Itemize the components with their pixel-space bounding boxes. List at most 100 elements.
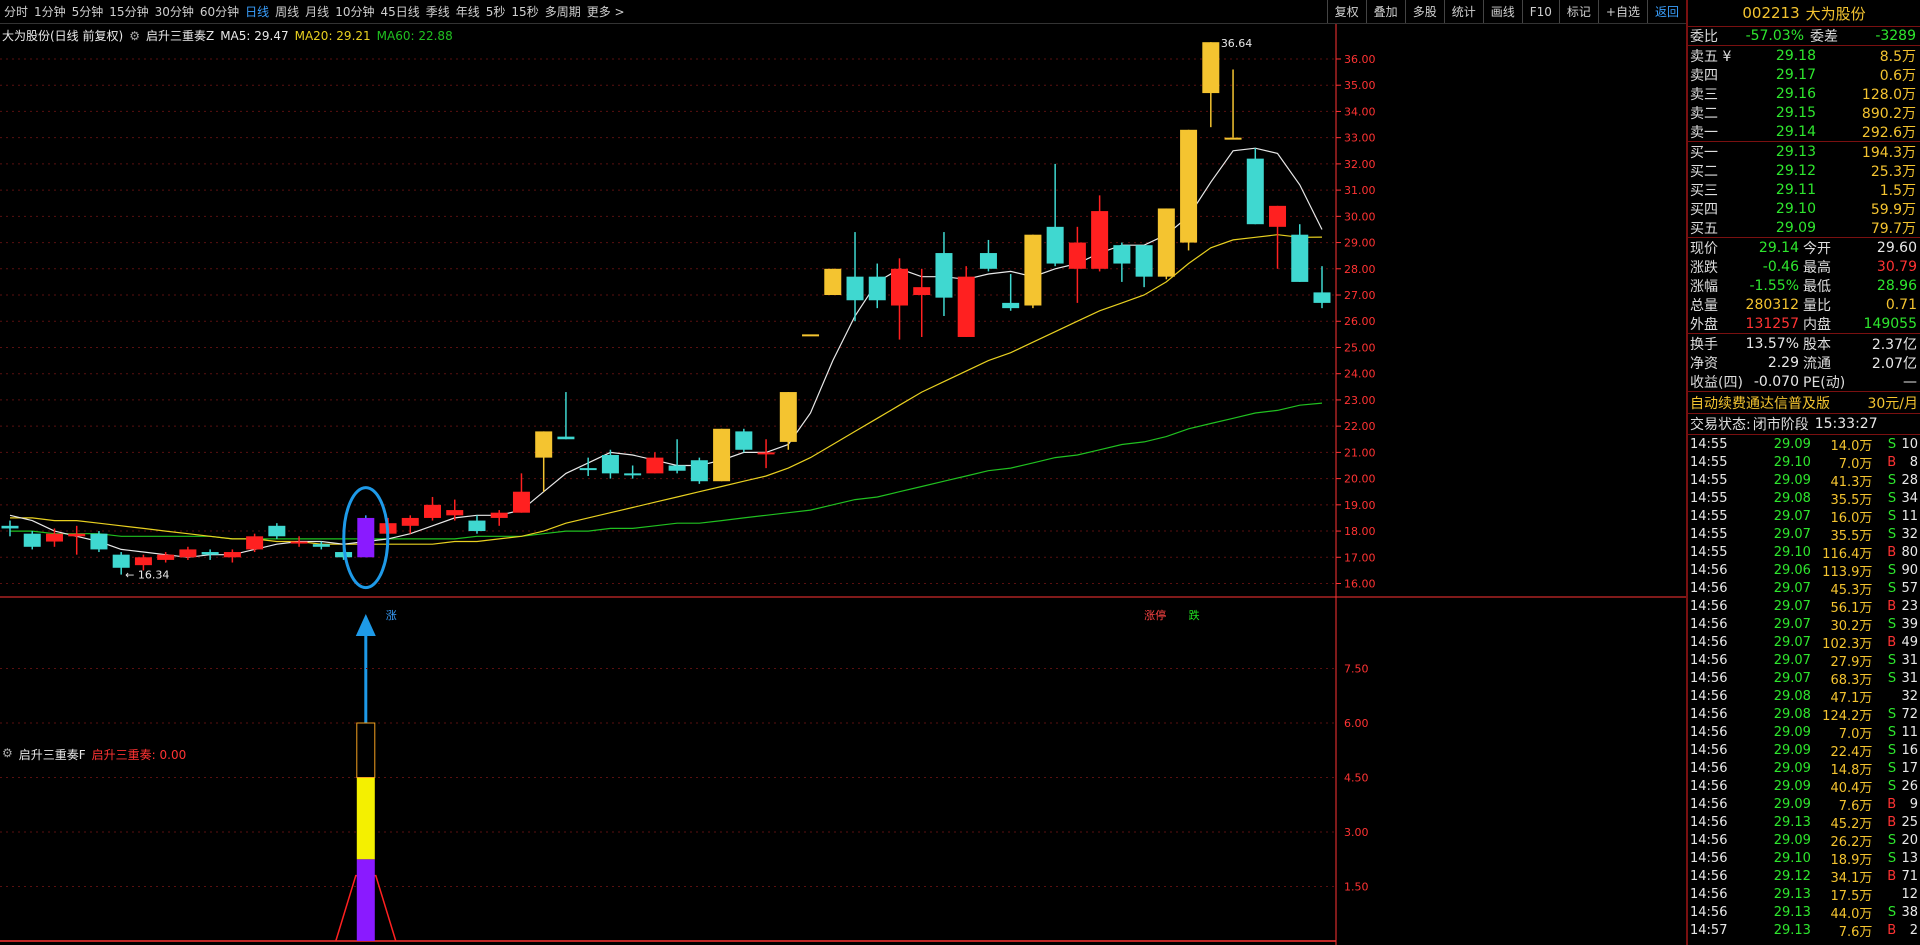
gear-icon[interactable]: ⚙ [129,29,140,43]
period-tab-7[interactable]: 周线 [275,3,305,20]
tick-list[interactable]: 14:55 29.09 14.0万 S 10 14:55 29.10 7.0万 B 8 14:55 2… [1688,435,1920,940]
asks-label: 卖四 [1690,67,1718,84]
kline-chart[interactable]: 36.00 35.00 34.00 33.00 32.00 31.00 30.00 29.00… [0,24,1686,945]
toolbar-button-1[interactable]: 叠加 [1365,0,1405,23]
period-tab-2[interactable]: 5分钟 [72,3,110,20]
asks-vol: 8.5万 [1879,48,1916,65]
signal-label: 涨 [386,609,397,622]
y-tick-label: 25.00 [1344,341,1376,354]
period-tab-15[interactable]: 多周期 [545,3,587,20]
tick-side: B [1887,454,1897,470]
tick-price: 29.10 [1773,544,1811,560]
period-tab-8[interactable]: 月线 [305,3,335,20]
tick-row: 14:56 29.12 34.1万 B 71 [1688,867,1920,886]
toolbar-button-3[interactable]: 统计 [1443,0,1483,23]
y-tick-label: 30.00 [1344,210,1376,223]
gear-icon[interactable]: ⚙ [2,746,13,763]
tick-row: 14:55 29.07 16.0万 S 11 [1688,507,1920,526]
asks-row[interactable]: 卖四 29.17 0.6万 [1688,65,1920,84]
bids-row[interactable]: 买二 29.12 25.3万 [1688,161,1920,180]
asks-row[interactable]: 卖三 29.16 128.0万 [1688,84,1920,103]
stat-c: 今开 [1803,240,1831,257]
sub-chart-legend: ⚙ 启升三重奏F 启升三重奏: 0.00 [2,746,186,763]
asks-label: 卖一 [1690,124,1718,141]
tick-side: S [1887,616,1897,632]
tick-count: 34 [1901,490,1918,506]
bids-vol: 1.5万 [1879,182,1916,199]
sub-indicator-name[interactable]: 启升三重奏F [19,746,86,763]
y-tick-label: 36.00 [1344,53,1376,66]
tick-row: 14:56 29.13 17.5万 12 [1688,885,1920,904]
tick-price: 29.09 [1773,724,1811,740]
tick-count: 8 [1909,454,1918,470]
stock-title: 002213 大为股份 [1688,0,1920,27]
tick-volume: 30.2万 [1830,618,1873,634]
asks-row[interactable]: 卖一 29.14 292.6万 [1688,122,1920,141]
ad-text[interactable]: 自动续费通达信普及版 [1690,393,1830,413]
y-tick-label: 23.00 [1344,394,1376,407]
toolbar-button-4[interactable]: 画线 [1482,0,1522,23]
bids-row[interactable]: 买三 29.11 1.5万 [1688,180,1920,199]
toolbar-button-2[interactable]: 多股 [1404,0,1444,23]
toolbar-button-0[interactable]: 复权 [1326,0,1366,23]
candle-body [601,455,619,474]
candle-body [935,253,953,298]
stat-d: 30.79 [1876,258,1917,275]
period-tab-1[interactable]: 1分钟 [34,3,72,20]
candle-body [1002,302,1020,309]
candle-body [1246,158,1264,225]
tick-row: 14:55 29.08 35.5万 S 34 [1688,489,1920,508]
state-time: 15:33:27 [1814,416,1878,432]
subscription-ad[interactable]: 自动续费通达信普及版 30元/月 [1688,392,1920,414]
period-tab-11[interactable]: 季线 [426,3,456,20]
asks-row[interactable]: 卖二 29.15 890.2万 [1688,103,1920,122]
tick-count: 28 [1901,472,1918,488]
tick-volume: 27.9万 [1830,654,1873,670]
toolbar-button-5[interactable]: F10 [1521,0,1559,23]
period-tab-9[interactable]: 10分钟 [335,3,380,20]
period-tab-14[interactable]: 15秒 [511,3,544,20]
period-tabs: 分时 1分钟 5分钟 15分钟 30分钟 60分钟 日线 周线 月线 10分钟 45日线 季线 年线 5秒… [0,3,1327,20]
tick-side: S [1887,526,1897,542]
period-tab-0[interactable]: 分时 [4,3,34,20]
candle-body [1068,242,1086,269]
indicator-name[interactable]: 启升三重奏Z [146,27,214,44]
period-tab-12[interactable]: 年线 [456,3,486,20]
ma20-label: MA20: 29.21 [294,28,371,43]
bid-book: 买一 29.13 194.3万 买二 29.12 25.3万 买三 29.11 1.5万 买四 29… [1688,142,1920,238]
period-tab-13[interactable]: 5秒 [486,3,512,20]
period-tab-3[interactable]: 15分钟 [109,3,154,20]
bids-row[interactable]: 买五 29.09 79.7万 [1688,218,1920,237]
period-tab-16[interactable]: 更多 > [587,3,631,20]
trading-state: 交易状态: 闭市阶段 15:33:27 [1688,414,1920,435]
tick-price: 29.09 [1773,760,1811,776]
period-tab-5[interactable]: 60分钟 [200,3,245,20]
toolbar-button-7[interactable]: +自选 [1597,0,1647,23]
bids-row[interactable]: 买一 29.13 194.3万 [1688,142,1920,161]
tick-time: 14:55 [1690,508,1728,524]
state-value: 闭市阶段 [1752,417,1809,433]
bids-row[interactable]: 买四 29.10 59.9万 [1688,199,1920,218]
sub-y-tick-label: 6.00 [1344,717,1369,730]
main-chart-area[interactable]: 36.00 35.00 34.00 33.00 32.00 31.00 30.00 29.00… [0,24,1686,945]
tick-time: 14:56 [1690,904,1728,920]
stat-c: 量比 [1803,297,1831,314]
period-tab-10[interactable]: 45日线 [380,3,425,20]
period-tab-4[interactable]: 30分钟 [155,3,200,20]
tick-count: 32 [1901,688,1918,704]
toolbar-button-6[interactable]: 标记 [1558,0,1598,23]
period-tab-6[interactable]: 日线 [245,3,275,20]
toolbar-button-8[interactable]: 返回 [1646,0,1686,23]
tick-volume: 68.3万 [1830,672,1873,688]
candle-body [1157,208,1175,277]
candle-body [557,436,575,440]
tick-side: B [1887,922,1897,938]
candle-body [735,431,753,450]
y-tick-label: 31.00 [1344,184,1376,197]
tick-count: 31 [1901,652,1918,668]
y-tick-label: 28.00 [1344,263,1376,276]
asks-row[interactable]: 卖五 ¥ 29.18 8.5万 [1688,46,1920,65]
y-tick-label: 21.00 [1344,446,1376,459]
stat-a: 涨幅 [1690,278,1718,295]
asks-label: 卖二 [1690,105,1718,122]
